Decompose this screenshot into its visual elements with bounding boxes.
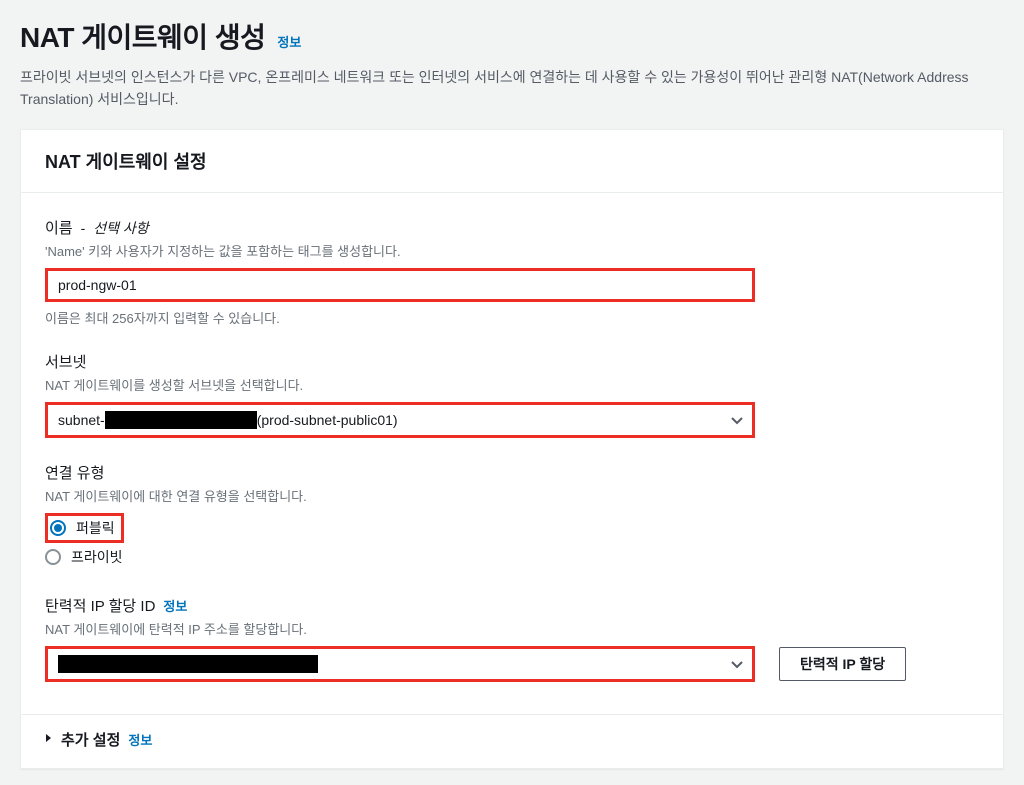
eip-select[interactable] [45, 646, 755, 682]
subnet-id-redacted [105, 411, 257, 429]
radio-dot-icon [54, 524, 62, 532]
radio-public[interactable]: 퍼블릭 [50, 518, 115, 538]
page-title: NAT 게이트웨이 생성 [20, 16, 265, 56]
subnet-field: 서브넷 NAT 게이트웨이를 생성할 서브넷을 선택합니다. subnet- (… [45, 351, 979, 438]
connectivity-description: NAT 게이트웨이에 대한 연결 유형을 선택합니다. [45, 486, 979, 505]
additional-settings-toggle[interactable]: 추가 설정 정보 [21, 714, 1003, 768]
radio-private[interactable]: 프라이빗 [45, 543, 979, 571]
subnet-label: 서브넷 [45, 351, 979, 372]
eip-description: NAT 게이트웨이에 탄력적 IP 주소를 할당합니다. [45, 619, 979, 638]
allocate-eip-button[interactable]: 탄력적 IP 할당 [779, 647, 906, 681]
name-description: 'Name' 키와 사용자가 지정하는 값을 포함하는 태그를 생성합니다. [45, 241, 979, 260]
caret-right-icon [45, 733, 53, 746]
eip-field: 탄력적 IP 할당 ID 정보 NAT 게이트웨이에 탄력적 IP 주소를 할당… [45, 595, 979, 682]
panel-title: NAT 게이트웨이 설정 [45, 148, 979, 174]
connectivity-field: 연결 유형 NAT 게이트웨이에 대한 연결 유형을 선택합니다. 퍼블릭 [45, 462, 979, 571]
radio-private-label: 프라이빗 [71, 547, 123, 567]
info-link-header[interactable]: 정보 [277, 32, 301, 51]
name-input[interactable] [45, 268, 755, 302]
eip-value-redacted [58, 655, 318, 673]
page-description: 프라이빗 서브넷의 인스턴스가 다른 VPC, 온프레미스 네트워크 또는 인터… [20, 66, 1004, 111]
subnet-select[interactable]: subnet- (prod-subnet-public01) [45, 402, 755, 438]
panel-header: NAT 게이트웨이 설정 [21, 130, 1003, 193]
radio-control-public [50, 520, 66, 536]
info-link-eip[interactable]: 정보 [163, 596, 187, 615]
name-optional: 선택 사항 [93, 218, 148, 238]
info-link-expand[interactable]: 정보 [128, 730, 152, 749]
connectivity-label: 연결 유형 [45, 462, 979, 483]
chevron-down-icon [731, 412, 743, 428]
subnet-prefix: subnet- [58, 412, 105, 428]
radio-public-label: 퍼블릭 [76, 518, 115, 538]
subnet-suffix: (prod-subnet-public01) [257, 412, 398, 428]
name-label: 이름 [45, 217, 73, 238]
additional-settings-label: 추가 설정 [61, 729, 120, 750]
radio-control-private [45, 549, 61, 565]
name-field: 이름 - 선택 사항 'Name' 키와 사용자가 지정하는 값을 포함하는 태… [45, 217, 979, 327]
subnet-description: NAT 게이트웨이를 생성할 서브넷을 선택합니다. [45, 375, 979, 394]
chevron-down-icon [731, 656, 743, 672]
name-help: 이름은 최대 256자까지 입력할 수 있습니다. [45, 308, 979, 327]
settings-panel: NAT 게이트웨이 설정 이름 - 선택 사항 'Name' 키와 사용자가 지… [20, 129, 1004, 769]
page-header: NAT 게이트웨이 생성 정보 프라이빗 서브넷의 인스턴스가 다른 VPC, … [20, 16, 1004, 111]
eip-label: 탄력적 IP 할당 ID [45, 595, 155, 616]
